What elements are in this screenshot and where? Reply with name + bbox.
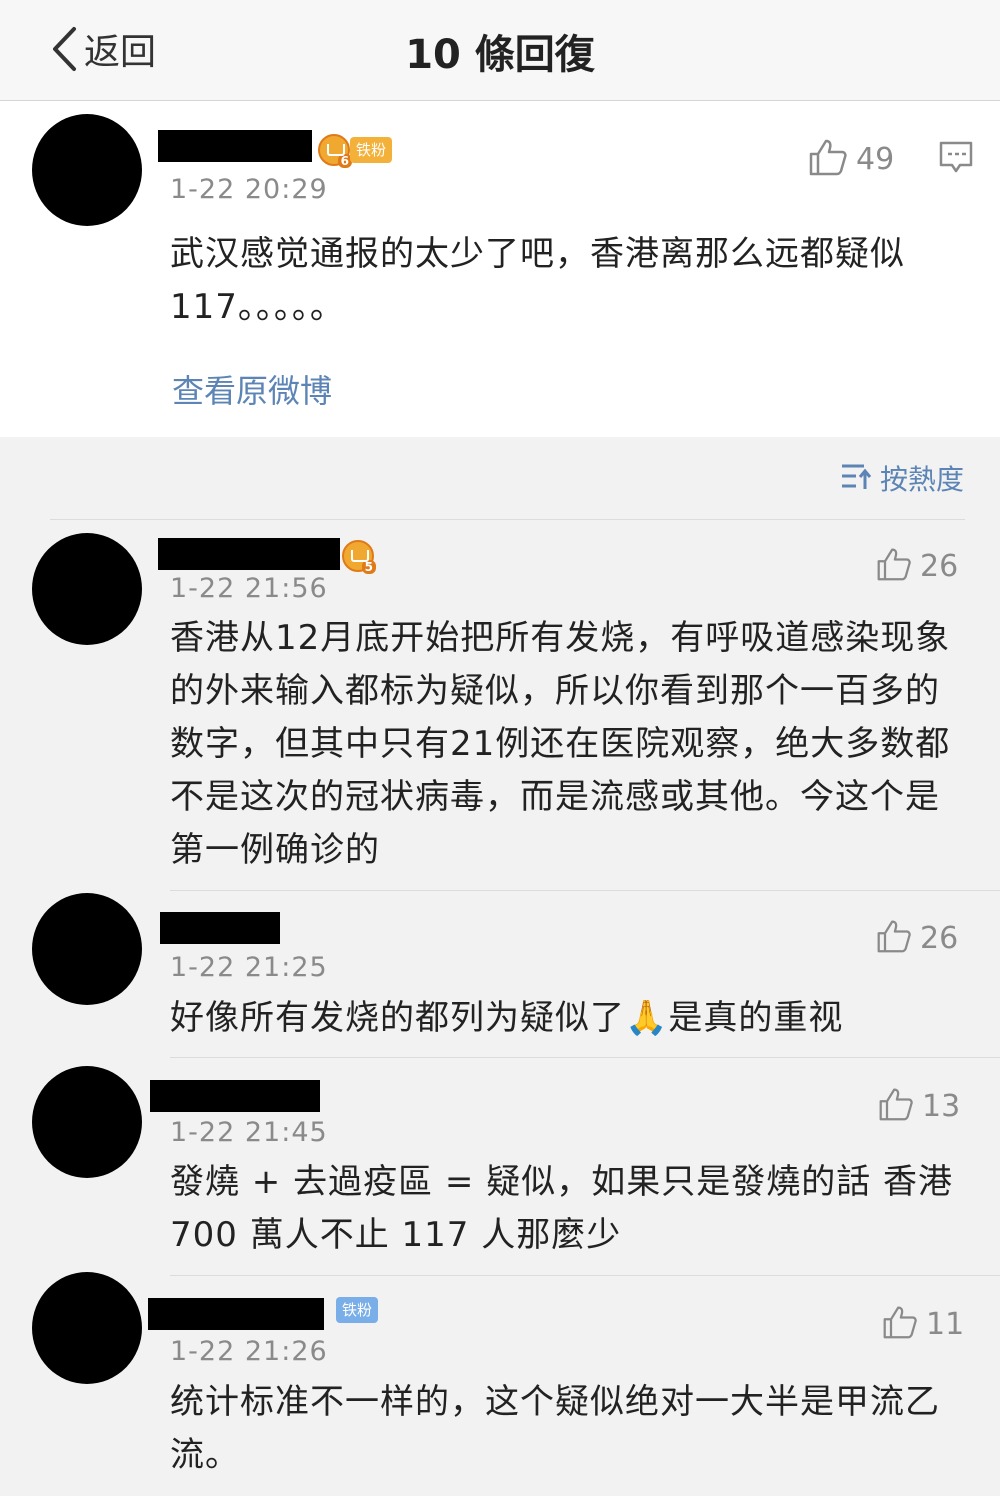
- page-title: 10 條回復: [405, 32, 595, 78]
- comment-text-line: 好像所有发烧的都列为疑似了🙏是真的重视: [170, 998, 844, 1038]
- comment-text: 香港从12月底开始把所有发烧，有呼吸道感染现象 的外来输入都标为疑似，所以你看到…: [170, 612, 950, 877]
- view-original-link[interactable]: 查看原微博: [172, 366, 332, 412]
- thumbs-up-icon: [882, 1304, 918, 1344]
- vip-crown-icon: 6: [318, 134, 352, 168]
- comment-text-line: 香港从12月底开始把所有发烧，有呼吸道感染现象: [170, 618, 951, 658]
- divider: [170, 890, 1000, 891]
- sort-icon: [840, 461, 872, 495]
- redacted-username: [160, 912, 280, 944]
- vip-crown-icon: 5: [342, 540, 376, 574]
- top-nav-bar: 返回 10 條回復: [0, 0, 1000, 101]
- like-button[interactable]: 11: [882, 1304, 964, 1344]
- comment-text-line: 武汉感觉通报的太少了吧，香港离那么远都疑似: [170, 234, 905, 274]
- comment-text: 發燒 + 去過疫區 = 疑似，如果只是發燒的話 香港 700 萬人不止 117 …: [170, 1156, 953, 1262]
- redacted-username: [158, 130, 312, 162]
- comment-icon[interactable]: [938, 140, 974, 180]
- like-button[interactable]: 26: [876, 546, 958, 586]
- comment-time: 1-22 21:45: [170, 1117, 328, 1148]
- avatar[interactable]: [32, 533, 142, 645]
- comment-time: 1-22 21:56: [170, 573, 328, 604]
- divider: [170, 1057, 1000, 1058]
- divider: [50, 519, 965, 520]
- sort-button[interactable]: 按熱度: [840, 458, 964, 498]
- like-count: 11: [926, 1306, 965, 1342]
- comment-text-line: 不是这次的冠状病毒，而是流感或其他。今这个是: [170, 777, 940, 817]
- like-count: 26: [920, 548, 959, 584]
- comment-text-line: 第一例确诊的: [170, 830, 380, 870]
- comment-time: 1-22 21:25: [170, 952, 328, 983]
- comment-text-line: 流。: [170, 1435, 240, 1475]
- like-button[interactable]: 13: [878, 1086, 960, 1126]
- redacted-username: [148, 1298, 324, 1330]
- sort-label: 按熱度: [879, 463, 964, 496]
- comment-text-line: 發燒 + 去過疫區 = 疑似，如果只是發燒的話 香港: [170, 1162, 954, 1202]
- comment-text-line: 700 萬人不止 117 人那麼少: [170, 1215, 622, 1255]
- thumbs-up-icon: [876, 546, 912, 586]
- avatar[interactable]: [32, 1066, 142, 1178]
- thumbs-up-icon: [808, 138, 848, 180]
- comment-time: 1-22 20:29: [170, 174, 328, 205]
- avatar[interactable]: [32, 1272, 142, 1384]
- fan-badge: 铁粉: [336, 1297, 379, 1323]
- divider: [170, 1275, 1000, 1276]
- avatar[interactable]: [32, 114, 142, 226]
- fan-badge: 铁粉: [350, 137, 393, 163]
- redacted-username: [158, 538, 340, 570]
- thumbs-up-icon: [876, 918, 912, 958]
- avatar[interactable]: [32, 893, 142, 1005]
- like-button[interactable]: 49: [808, 138, 894, 180]
- like-count: 49: [856, 141, 895, 177]
- like-count: 26: [920, 920, 959, 956]
- like-count: 13: [922, 1088, 961, 1124]
- comment-text-line: 的外来输入都标为疑似，所以你看到那个一百多的: [170, 671, 940, 711]
- comment-text-line: 117。。。。。: [170, 287, 345, 327]
- comment-text: 武汉感觉通报的太少了吧，香港离那么远都疑似 117。。。。。: [170, 228, 905, 334]
- like-button[interactable]: 26: [876, 918, 958, 958]
- comment-text: 好像所有发烧的都列为疑似了🙏是真的重视: [170, 992, 843, 1045]
- thumbs-up-icon: [878, 1086, 914, 1126]
- comment-time: 1-22 21:26: [170, 1336, 328, 1367]
- comment-text-line: 数字，但其中只有21例还在医院观察，绝大多数都: [170, 724, 951, 764]
- comment-text-line: 统计标准不一样的，这个疑似绝对一大半是甲流乙: [170, 1382, 940, 1422]
- comment-text: 统计标准不一样的，这个疑似绝对一大半是甲流乙 流。: [170, 1376, 940, 1482]
- redacted-username: [150, 1080, 320, 1112]
